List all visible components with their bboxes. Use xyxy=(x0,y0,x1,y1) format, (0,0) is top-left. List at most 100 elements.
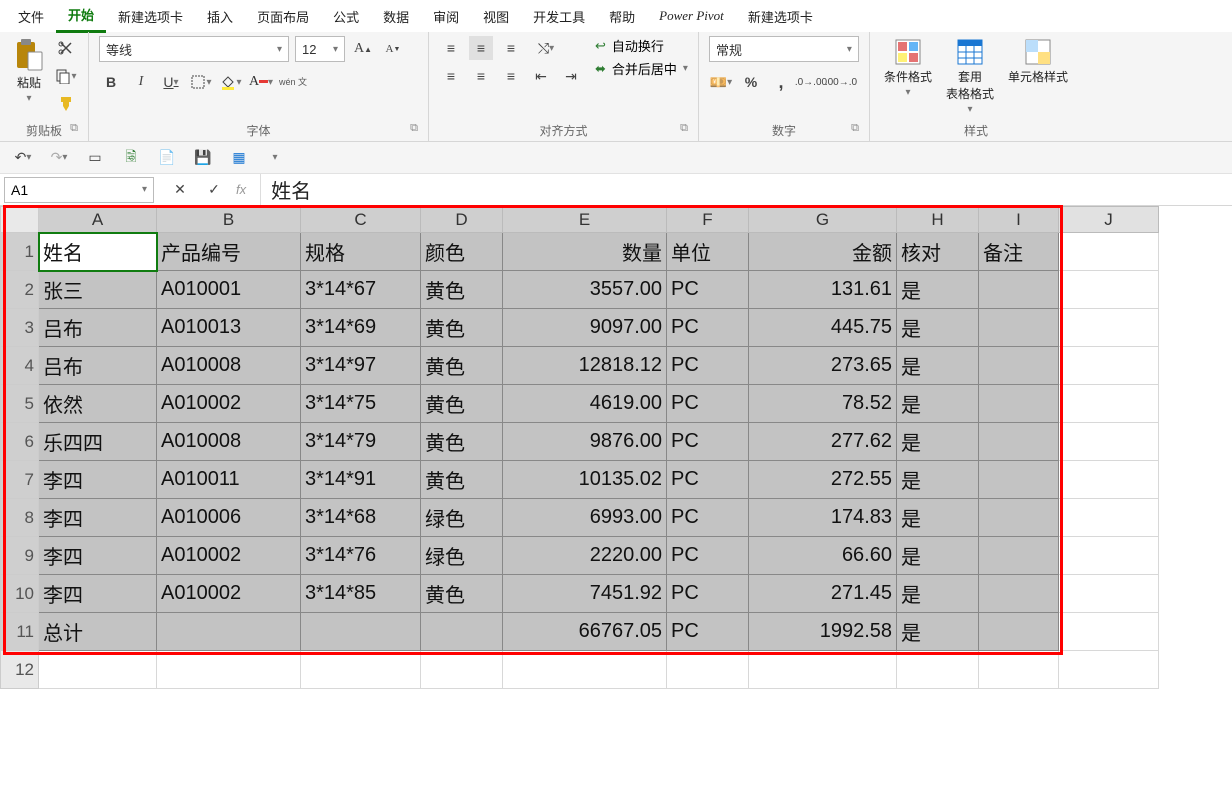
menu-tab-6[interactable]: 数据 xyxy=(371,1,421,32)
underline-button[interactable]: U▾ xyxy=(159,70,183,94)
qat-more-button[interactable]: ▾ xyxy=(262,145,288,171)
undo-button[interactable]: ↶▾ xyxy=(10,145,36,171)
increase-decimal-button[interactable]: .0→.00 xyxy=(799,70,823,94)
col-header-F[interactable]: F xyxy=(667,207,749,233)
cell-G9[interactable]: 66.60 xyxy=(749,537,897,575)
cell-D9[interactable]: 绿色 xyxy=(421,537,503,575)
cell-F12[interactable] xyxy=(667,651,749,689)
font-launcher-icon[interactable]: ⧉ xyxy=(410,122,418,135)
cell-F2[interactable]: PC xyxy=(667,271,749,309)
align-center-button[interactable]: ≡ xyxy=(469,64,493,88)
menu-tab-4[interactable]: 页面布局 xyxy=(245,1,321,32)
menu-tab-2[interactable]: 新建选项卡 xyxy=(106,1,195,32)
cell-F1[interactable]: 单位 xyxy=(667,233,749,271)
menu-tab-1[interactable]: 开始 xyxy=(56,0,106,33)
cell-F3[interactable]: PC xyxy=(667,309,749,347)
col-header-B[interactable]: B xyxy=(157,207,301,233)
menu-tab-0[interactable]: 文件 xyxy=(6,1,56,32)
cell-C11[interactable] xyxy=(301,613,421,651)
select-all-corner[interactable] xyxy=(1,207,39,233)
wrap-text-button[interactable]: ↩自动换行 xyxy=(595,36,688,55)
merge-center-button[interactable]: ⬌合并后居中▾ xyxy=(595,59,688,78)
cell-I9[interactable] xyxy=(979,537,1059,575)
cell-H9[interactable]: 是 xyxy=(897,537,979,575)
cell-C10[interactable]: 3*14*85 xyxy=(301,575,421,613)
cell-J4[interactable] xyxy=(1059,347,1159,385)
cell-J3[interactable] xyxy=(1059,309,1159,347)
cell-I6[interactable] xyxy=(979,423,1059,461)
col-header-D[interactable]: D xyxy=(421,207,503,233)
qat-grid-button[interactable]: ▦ xyxy=(226,145,252,171)
cell-J6[interactable] xyxy=(1059,423,1159,461)
cell-C7[interactable]: 3*14*91 xyxy=(301,461,421,499)
menu-tab-11[interactable]: Power Pivot xyxy=(647,2,736,30)
cell-F11[interactable]: PC xyxy=(667,613,749,651)
cell-D5[interactable]: 黄色 xyxy=(421,385,503,423)
spreadsheet-grid[interactable]: ABCDEFGHIJ1姓名产品编号规格颜色数量单位金额核对备注2张三A01000… xyxy=(0,206,1232,689)
increase-font-button[interactable]: A▲ xyxy=(351,37,375,61)
cell-G2[interactable]: 131.61 xyxy=(749,271,897,309)
row-header-5[interactable]: 5 xyxy=(1,385,39,423)
cell-D8[interactable]: 绿色 xyxy=(421,499,503,537)
comma-button[interactable]: , xyxy=(769,70,793,94)
align-bottom-button[interactable]: ≡ xyxy=(499,36,523,60)
col-header-C[interactable]: C xyxy=(301,207,421,233)
row-header-9[interactable]: 9 xyxy=(1,537,39,575)
cell-H12[interactable] xyxy=(897,651,979,689)
cell-C6[interactable]: 3*14*79 xyxy=(301,423,421,461)
border-button[interactable]: ▾ xyxy=(189,70,213,94)
cell-A11[interactable]: 总计 xyxy=(39,613,157,651)
cell-E8[interactable]: 6993.00 xyxy=(503,499,667,537)
cell-H1[interactable]: 核对 xyxy=(897,233,979,271)
font-size-select[interactable]: 12▾ xyxy=(295,36,345,62)
cell-D6[interactable]: 黄色 xyxy=(421,423,503,461)
cell-J11[interactable] xyxy=(1059,613,1159,651)
font-color-button[interactable]: A▾ xyxy=(249,70,273,94)
menu-tab-12[interactable]: 新建选项卡 xyxy=(736,1,825,32)
fill-color-button[interactable]: ▾ xyxy=(219,70,243,94)
cell-B6[interactable]: A010008 xyxy=(157,423,301,461)
cell-F5[interactable]: PC xyxy=(667,385,749,423)
cell-F6[interactable]: PC xyxy=(667,423,749,461)
cell-I12[interactable] xyxy=(979,651,1059,689)
row-header-12[interactable]: 12 xyxy=(1,651,39,689)
cell-H3[interactable]: 是 xyxy=(897,309,979,347)
cell-E5[interactable]: 4619.00 xyxy=(503,385,667,423)
font-name-select[interactable]: 等线▾ xyxy=(99,36,289,62)
cell-H2[interactable]: 是 xyxy=(897,271,979,309)
number-launcher-icon[interactable]: ⧉ xyxy=(851,122,859,135)
name-box[interactable]: A1▾ xyxy=(4,177,154,203)
decrease-font-button[interactable]: A▼ xyxy=(381,37,405,61)
row-header-4[interactable]: 4 xyxy=(1,347,39,385)
align-top-button[interactable]: ≡ xyxy=(439,36,463,60)
cell-I2[interactable] xyxy=(979,271,1059,309)
cell-G10[interactable]: 271.45 xyxy=(749,575,897,613)
decrease-decimal-button[interactable]: .00→.0 xyxy=(829,70,853,94)
cell-I1[interactable]: 备注 xyxy=(979,233,1059,271)
format-painter-button[interactable] xyxy=(54,92,78,116)
cell-E11[interactable]: 66767.05 xyxy=(503,613,667,651)
cell-A8[interactable]: 李四 xyxy=(39,499,157,537)
cell-C3[interactable]: 3*14*69 xyxy=(301,309,421,347)
cell-C9[interactable]: 3*14*76 xyxy=(301,537,421,575)
align-middle-button[interactable]: ≡ xyxy=(469,36,493,60)
cell-I3[interactable] xyxy=(979,309,1059,347)
cell-G3[interactable]: 445.75 xyxy=(749,309,897,347)
accept-formula-button[interactable]: ✓ xyxy=(202,178,226,202)
cell-A2[interactable]: 张三 xyxy=(39,271,157,309)
save-button[interactable]: 💾 xyxy=(190,145,216,171)
cell-I11[interactable] xyxy=(979,613,1059,651)
col-header-J[interactable]: J xyxy=(1059,207,1159,233)
cell-E7[interactable]: 10135.02 xyxy=(503,461,667,499)
cell-G12[interactable] xyxy=(749,651,897,689)
cell-B10[interactable]: A010002 xyxy=(157,575,301,613)
col-header-H[interactable]: H xyxy=(897,207,979,233)
cell-H8[interactable]: 是 xyxy=(897,499,979,537)
cell-G6[interactable]: 277.62 xyxy=(749,423,897,461)
col-header-E[interactable]: E xyxy=(503,207,667,233)
cell-A9[interactable]: 李四 xyxy=(39,537,157,575)
cell-I8[interactable] xyxy=(979,499,1059,537)
qat-icon-1[interactable]: ▭ xyxy=(82,145,108,171)
cell-B8[interactable]: A010006 xyxy=(157,499,301,537)
paste-button[interactable]: 粘贴 ▾ xyxy=(10,36,48,106)
